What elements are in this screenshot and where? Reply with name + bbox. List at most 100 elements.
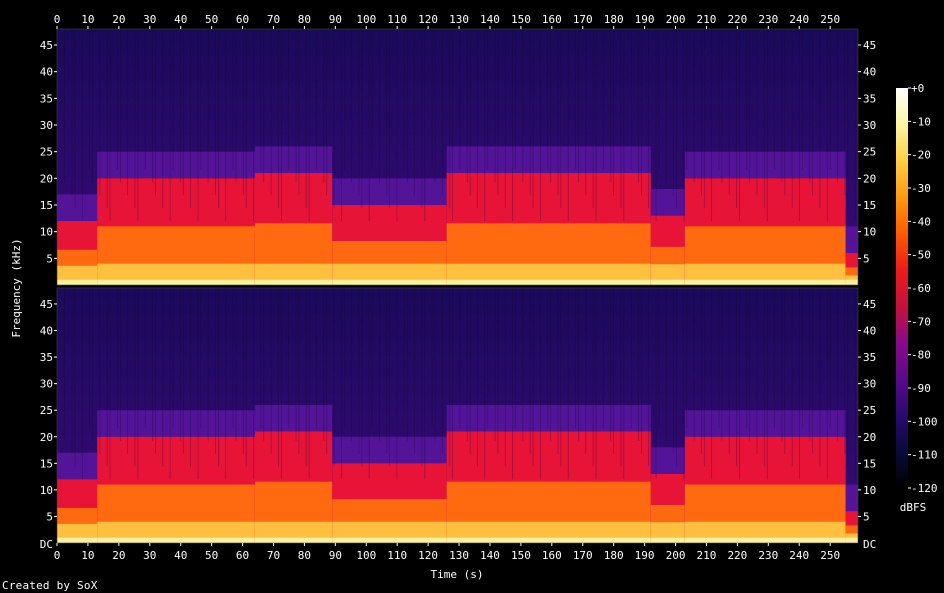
x-tick-label-top: 160 [542, 13, 562, 26]
transient-streak [106, 288, 108, 467]
transient-streak [701, 29, 702, 196]
energy-band-low [845, 537, 858, 543]
transient-streak [844, 288, 846, 454]
transient-streak [197, 288, 199, 480]
transient-streak [117, 288, 118, 429]
x-tick-label-top: 120 [418, 13, 438, 26]
x-tick-label-bottom: 80 [298, 549, 311, 562]
transient-streak [333, 288, 335, 467]
transient-streak [819, 29, 821, 209]
transient-streak [592, 29, 594, 209]
x-tick-label-top: 70 [267, 13, 280, 26]
energy-band-low [97, 537, 255, 543]
x-tick-label-bottom: 50 [205, 549, 218, 562]
transient-streak [396, 288, 398, 480]
transient-streak [441, 29, 443, 196]
transient-streak [749, 29, 751, 183]
energy-band-low [446, 279, 651, 285]
x-tick-label-bottom: 140 [480, 549, 500, 562]
y-tick-label-left: 45 [40, 39, 53, 52]
x-tick-label-bottom: 130 [449, 549, 469, 562]
y-tick-label-right: 10 [863, 226, 876, 239]
transient-streak [648, 288, 650, 467]
transient-streak [736, 288, 737, 467]
x-tick-label-top: 190 [635, 13, 655, 26]
transient-streak [295, 288, 297, 441]
transient-streak [512, 29, 514, 221]
transient-streak [550, 29, 552, 183]
transient-streak [676, 288, 677, 467]
transient-streak [109, 29, 111, 221]
energy-band-low [332, 537, 447, 543]
transient-streak [379, 29, 380, 183]
x-tick-label-top: 240 [789, 13, 809, 26]
transient-streak [92, 29, 93, 183]
transient-streak [162, 29, 164, 209]
transient-streak [540, 288, 541, 480]
x-tick-label-top: 100 [356, 13, 376, 26]
transient-streak [560, 288, 562, 467]
transient-streak [529, 29, 531, 196]
y-tick-label-left: 15 [40, 199, 53, 212]
transient-streak [225, 288, 227, 480]
transition-band [254, 404, 333, 432]
time-segment [97, 410, 255, 543]
transition-band [97, 410, 255, 437]
transient-streak [575, 29, 576, 170]
transient-streak [739, 288, 740, 480]
x-tick-label-top: 180 [604, 13, 624, 26]
transient-streak [106, 29, 108, 209]
transient-streak [763, 288, 765, 467]
transient-streak [585, 29, 587, 196]
transient-streak [826, 288, 828, 480]
transient-streak [560, 29, 562, 209]
transient-streak [449, 288, 451, 467]
transient-streak [847, 29, 849, 209]
transient-streak [280, 29, 282, 221]
y-tick-label-left: 35 [40, 351, 53, 364]
y-tick-label-left: 35 [40, 92, 53, 105]
x-tick-label-top: 230 [758, 13, 778, 26]
x-tick-label-top: 220 [727, 13, 747, 26]
transient-streak [89, 29, 91, 170]
transient-streak [253, 288, 254, 480]
transient-streak [844, 29, 846, 196]
x-tick-label-bottom: 60 [236, 549, 249, 562]
transient-streak [469, 288, 471, 454]
energy-band-low [57, 279, 98, 285]
transient-streak [602, 288, 604, 429]
transient-streak [575, 288, 576, 429]
y-tick-label-left: 10 [40, 226, 53, 239]
transient-streak [99, 29, 101, 196]
transient-streak [766, 29, 768, 221]
transient-streak [235, 29, 237, 183]
transient-streak [152, 288, 153, 441]
transient-streak [812, 288, 814, 454]
transient-streak [630, 29, 632, 170]
transient-streak [620, 288, 622, 467]
transient-streak [245, 29, 247, 209]
channel-panel-left [56, 28, 859, 286]
transient-streak [263, 288, 265, 441]
transient-streak [288, 29, 290, 170]
transient-streak [781, 288, 783, 441]
transient-streak [799, 288, 800, 480]
energy-band-low [254, 279, 333, 285]
transient-streak [497, 29, 499, 196]
x-tick-label-top: 20 [112, 13, 125, 26]
transient-streak [144, 288, 146, 429]
energy-band-low [254, 537, 333, 543]
y-tick-label-left: 30 [40, 378, 53, 391]
x-axis-bottom: 0 10 20 30 40 50 60 70 80 90 100 110 120 130 140 150 160… [54, 543, 840, 562]
transient-streak [809, 288, 811, 441]
transient-streak [340, 29, 342, 221]
transient-streak [74, 288, 76, 467]
transient-streak [484, 29, 486, 221]
x-tick-label-bottom: 70 [267, 549, 280, 562]
transient-streak [242, 29, 244, 196]
transient-streak [504, 288, 506, 467]
transient-streak [613, 288, 614, 454]
transient-streak [532, 288, 534, 467]
transient-streak [746, 29, 748, 170]
transient-streak [253, 29, 254, 221]
